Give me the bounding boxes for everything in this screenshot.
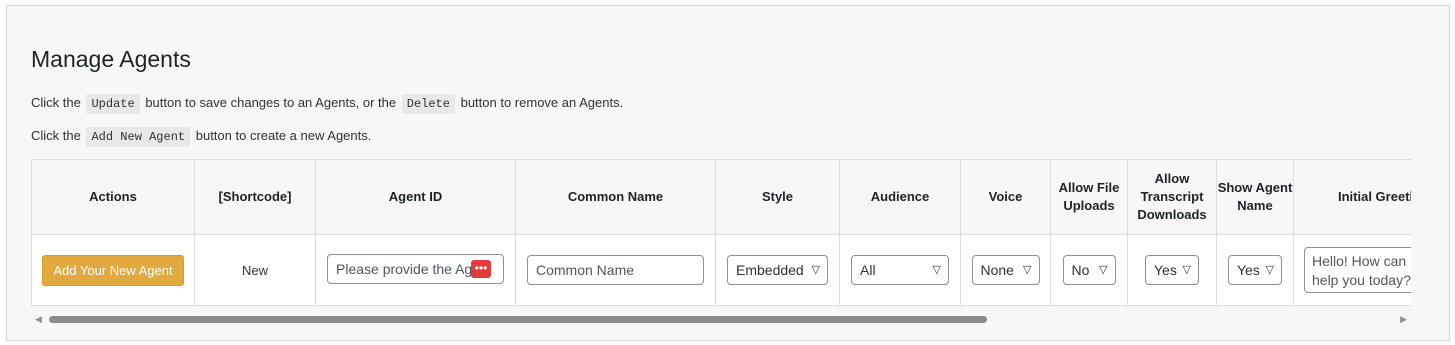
header-agent-id: Agent ID [315,159,516,235]
table-header-row: Actions [Shortcode] Agent ID Common Name… [31,159,1411,235]
voice-cell: None ▽ [960,234,1051,306]
horizontal-scrollbar[interactable]: ◀ ▶ [31,312,1411,326]
agents-table-container: Actions [Shortcode] Agent ID Common Name… [31,159,1411,307]
chevron-down-icon: ▽ [932,264,941,276]
audience-select[interactable]: All ▽ [851,255,949,285]
header-shortcode: [Shortcode] [194,159,316,235]
show-agent-name-cell: Yes ▽ [1216,234,1294,306]
agent-id-cell: Please provide the Agent ID ••• [315,234,516,306]
chevron-down-icon: ▽ [811,264,820,276]
style-cell: Embedded ▽ [715,234,840,306]
show-agent-name-select[interactable]: Yes ▽ [1228,255,1282,285]
scroll-left-icon[interactable]: ◀ [35,314,42,325]
header-initial-greeting: Initial Greeting [1293,159,1411,235]
ellipsis-icon[interactable]: ••• [471,260,491,278]
initial-greeting-textarea[interactable]: Hello! How can I help you today? [1304,247,1411,293]
table-row: Add Your New Agent New Please provide th… [31,234,1411,306]
add-new-instructions: Click the Add New Agent button to create… [31,127,371,147]
header-voice: Voice [960,159,1051,235]
header-common-name: Common Name [515,159,716,235]
allow-file-uploads-select[interactable]: No ▽ [1062,255,1116,285]
chevron-down-icon: ▽ [1265,264,1274,276]
scroll-right-icon[interactable]: ▶ [1400,314,1407,325]
update-code: Update [86,94,140,114]
allow-transcript-downloads-cell: Yes ▽ [1127,234,1217,306]
initial-greeting-cell: Hello! How can I help you today? [1293,234,1411,306]
header-show-agent-name: Show Agent Name [1216,159,1294,235]
allow-transcript-downloads-select[interactable]: Yes ▽ [1145,255,1199,285]
header-allow-transcript-downloads: Allow Transcript Downloads [1127,159,1217,235]
style-select[interactable]: Embedded ▽ [727,255,828,285]
common-name-input[interactable]: Common Name [527,255,704,285]
audience-cell: All ▽ [839,234,961,306]
header-audience: Audience [839,159,961,235]
header-allow-file-uploads: Allow File Uploads [1050,159,1128,235]
header-style: Style [715,159,840,235]
chevron-down-icon: ▽ [1023,264,1032,276]
page-title: Manage Agents [31,46,191,72]
voice-select[interactable]: None ▽ [971,255,1040,285]
agent-id-input[interactable]: Please provide the Agent ID ••• [327,254,504,284]
delete-code: Delete [401,94,455,114]
add-new-agent-code: Add New Agent [86,127,191,147]
common-name-placeholder: Common Name [536,262,635,278]
header-actions: Actions [31,159,195,235]
chevron-down-icon: ▽ [1182,264,1191,276]
common-name-cell: Common Name [515,234,716,306]
chevron-down-icon: ▽ [1099,264,1108,276]
allow-file-uploads-cell: No ▽ [1050,234,1128,306]
update-delete-instructions: Click the Update button to save changes … [31,94,623,114]
add-new-agent-button[interactable]: Add Your New Agent [42,254,184,286]
scrollbar-thumb[interactable] [49,316,987,323]
manage-agents-panel: Manage Agents Click the Update button to… [6,5,1450,341]
agents-table: Actions [Shortcode] Agent ID Common Name… [31,159,1411,306]
agent-id-placeholder: Please provide the Agent ID [336,261,486,277]
shortcode-cell: New [194,234,316,306]
actions-cell: Add Your New Agent [31,234,195,306]
